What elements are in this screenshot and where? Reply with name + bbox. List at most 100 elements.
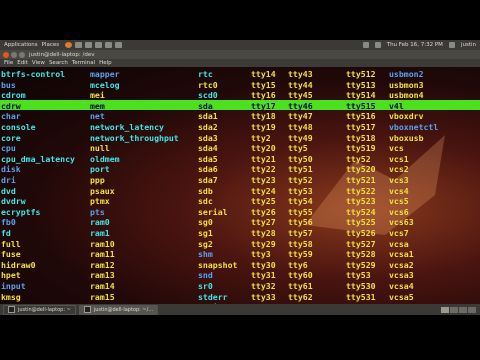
listing-row: bus mcelog rtc0 tty15 tty44 tty513 usbmon3 — [0, 80, 480, 91]
taskbar-item-terminal-2[interactable]: justin@dell-laptop: ~/... — [78, 304, 159, 315]
menu-terminal[interactable]: Terminal — [72, 60, 95, 66]
dev-entry: ram10 — [90, 238, 115, 249]
workspace-3[interactable] — [459, 306, 467, 313]
listing-row: hpet ram13 snd tty31 tty60 tty53 vcsa3 — [0, 270, 480, 281]
workspace-2[interactable] — [450, 306, 458, 313]
firefox-icon[interactable] — [65, 42, 73, 48]
dev-entry: vcs7 — [389, 228, 409, 238]
dev-entry: tty513 — [346, 79, 376, 90]
dev-entry: vcs — [389, 143, 404, 154]
listing-row: dvdrw ptmx sdc tty25 tty54 tty523 vcs5 — [0, 196, 480, 207]
terminal-icon[interactable] — [95, 42, 103, 48]
terminal-window: justin@dell-laptop: /dev File Edit View … — [0, 50, 480, 304]
dev-entry: v4l — [389, 100, 404, 111]
tray-area: Thu Feb 16, 7:32 PM justin — [362, 42, 476, 48]
dev-entry: vcs63 — [389, 217, 414, 228]
power-icon[interactable] — [448, 42, 455, 48]
places-menu[interactable]: Places — [42, 42, 60, 48]
menu-help[interactable]: Help — [99, 60, 112, 66]
dev-entry: core — [1, 132, 21, 143]
dev-entry: tty52 — [346, 153, 371, 164]
terminal-content[interactable]: btrfs-control mapper rtc tty14 tty43 tty512 us… — [0, 67, 480, 304]
dev-entry: dri — [1, 175, 16, 185]
dev-entry: sdb — [198, 185, 213, 196]
dev-entry: tty2 — [251, 132, 271, 143]
dev-entry: dvdrw — [1, 196, 26, 207]
menu-view[interactable]: View — [32, 60, 45, 66]
dev-entry: tty43 — [288, 69, 313, 79]
dev-entry: tty25 — [251, 196, 276, 207]
terminal-task-icon — [8, 306, 15, 313]
dev-entry: tty30 — [251, 259, 276, 270]
dev-entry: tty514 — [346, 90, 376, 101]
dev-entry: tty33 — [251, 291, 276, 302]
files-icon[interactable] — [105, 42, 113, 48]
dev-entry: sg2 — [198, 238, 213, 249]
dev-entry: mcelog — [90, 79, 120, 90]
help-icon[interactable] — [85, 42, 93, 48]
dev-entry: network_latency — [90, 122, 164, 132]
dev-entry: mem — [90, 100, 105, 111]
dev-entry: ram15 — [90, 291, 115, 302]
dev-entry: fb0 — [1, 217, 16, 228]
dev-entry: sda4 — [198, 143, 218, 154]
dev-entry: bus — [1, 79, 16, 90]
mail-icon[interactable] — [75, 42, 83, 48]
listing-row: cpu_dma_latency oldmem sda5 tty21 tty50 tty52… — [0, 154, 480, 165]
dev-entry: tty26 — [251, 206, 276, 217]
editor-icon[interactable] — [115, 42, 123, 48]
window-titlebar[interactable]: justin@dell-laptop: /dev — [0, 50, 480, 59]
dev-entry: pts — [90, 206, 105, 217]
dev-entry: tty47 — [288, 111, 313, 122]
dev-entry: tty3 — [251, 249, 271, 260]
dev-entry: network_throughput — [90, 132, 179, 143]
listing-row: char net sda1 tty18 tty47 tty516 vboxdrv — [0, 111, 480, 122]
dev-entry: fuse — [1, 249, 21, 260]
dev-entry: vcsa — [389, 238, 409, 249]
close-window-icon[interactable] — [3, 51, 9, 58]
clock[interactable]: Thu Feb 16, 7:32 PM — [387, 42, 443, 48]
dev-entry: sda7 — [198, 175, 218, 185]
network-icon[interactable] — [362, 42, 369, 48]
dev-entry: tty16 — [251, 90, 276, 101]
listing-row: disk port sda6 tty22 tty51 tty520 vcs2 — [0, 164, 480, 175]
dev-entry: net — [90, 111, 105, 122]
listing-row: btrfs-control mapper rtc tty14 tty43 tty512 us… — [0, 69, 480, 80]
dev-entry: sda6 — [198, 164, 218, 175]
dev-entry: tty31 — [251, 270, 276, 281]
menu-edit[interactable]: Edit — [17, 60, 28, 66]
user-menu[interactable]: justin — [461, 42, 476, 48]
dev-entry: vboxusb — [389, 132, 424, 143]
dev-entry: ecryptfs — [1, 206, 41, 217]
listing-row: fuse ram11 shm tty3 tty59 tty528 vcsa1 — [0, 249, 480, 260]
dev-entry: hpet — [1, 270, 21, 281]
taskbar-item-terminal-1[interactable]: justin@dell-laptop: ~ — [3, 304, 76, 315]
dev-entry: tty20 — [251, 143, 276, 154]
dev-entry: tty57 — [288, 228, 313, 238]
dev-entry: sda1 — [198, 111, 218, 122]
dev-entry: vcs4 — [389, 185, 409, 196]
workspace-1[interactable] — [441, 306, 449, 313]
dev-entry: rtc0 — [198, 79, 218, 90]
dev-entry: tty518 — [346, 132, 376, 143]
menu-search[interactable]: Search — [49, 60, 68, 66]
dev-entry: tty23 — [251, 175, 276, 185]
listing-row: cpu null sda4 tty20 tty5 tty519 vcs — [0, 143, 480, 154]
listing-row: ecryptfs pts serial tty26 tty55 tty524 vcs6 — [0, 207, 480, 218]
menu-file[interactable]: File — [4, 60, 13, 66]
minimize-window-icon[interactable] — [11, 51, 17, 58]
dev-entry: cdrom — [1, 90, 26, 101]
volume-icon[interactable] — [374, 42, 381, 48]
dev-entry: sda5 — [198, 153, 218, 164]
maximize-window-icon[interactable] — [19, 51, 25, 58]
dev-entry: tty18 — [251, 111, 276, 122]
applications-menu[interactable]: Applications — [4, 42, 38, 48]
dev-entry: serial — [198, 206, 228, 217]
dev-entry: tty62 — [288, 291, 313, 302]
workspace-4[interactable] — [468, 306, 476, 313]
dev-entry: ram1 — [90, 228, 110, 238]
workspace-switcher — [441, 306, 476, 313]
dev-entry: tty530 — [346, 281, 376, 291]
listing-row: dri ppp sda7 tty23 tty52 tty521 vcs3 — [0, 175, 480, 186]
dev-entry: tty28 — [251, 228, 276, 238]
